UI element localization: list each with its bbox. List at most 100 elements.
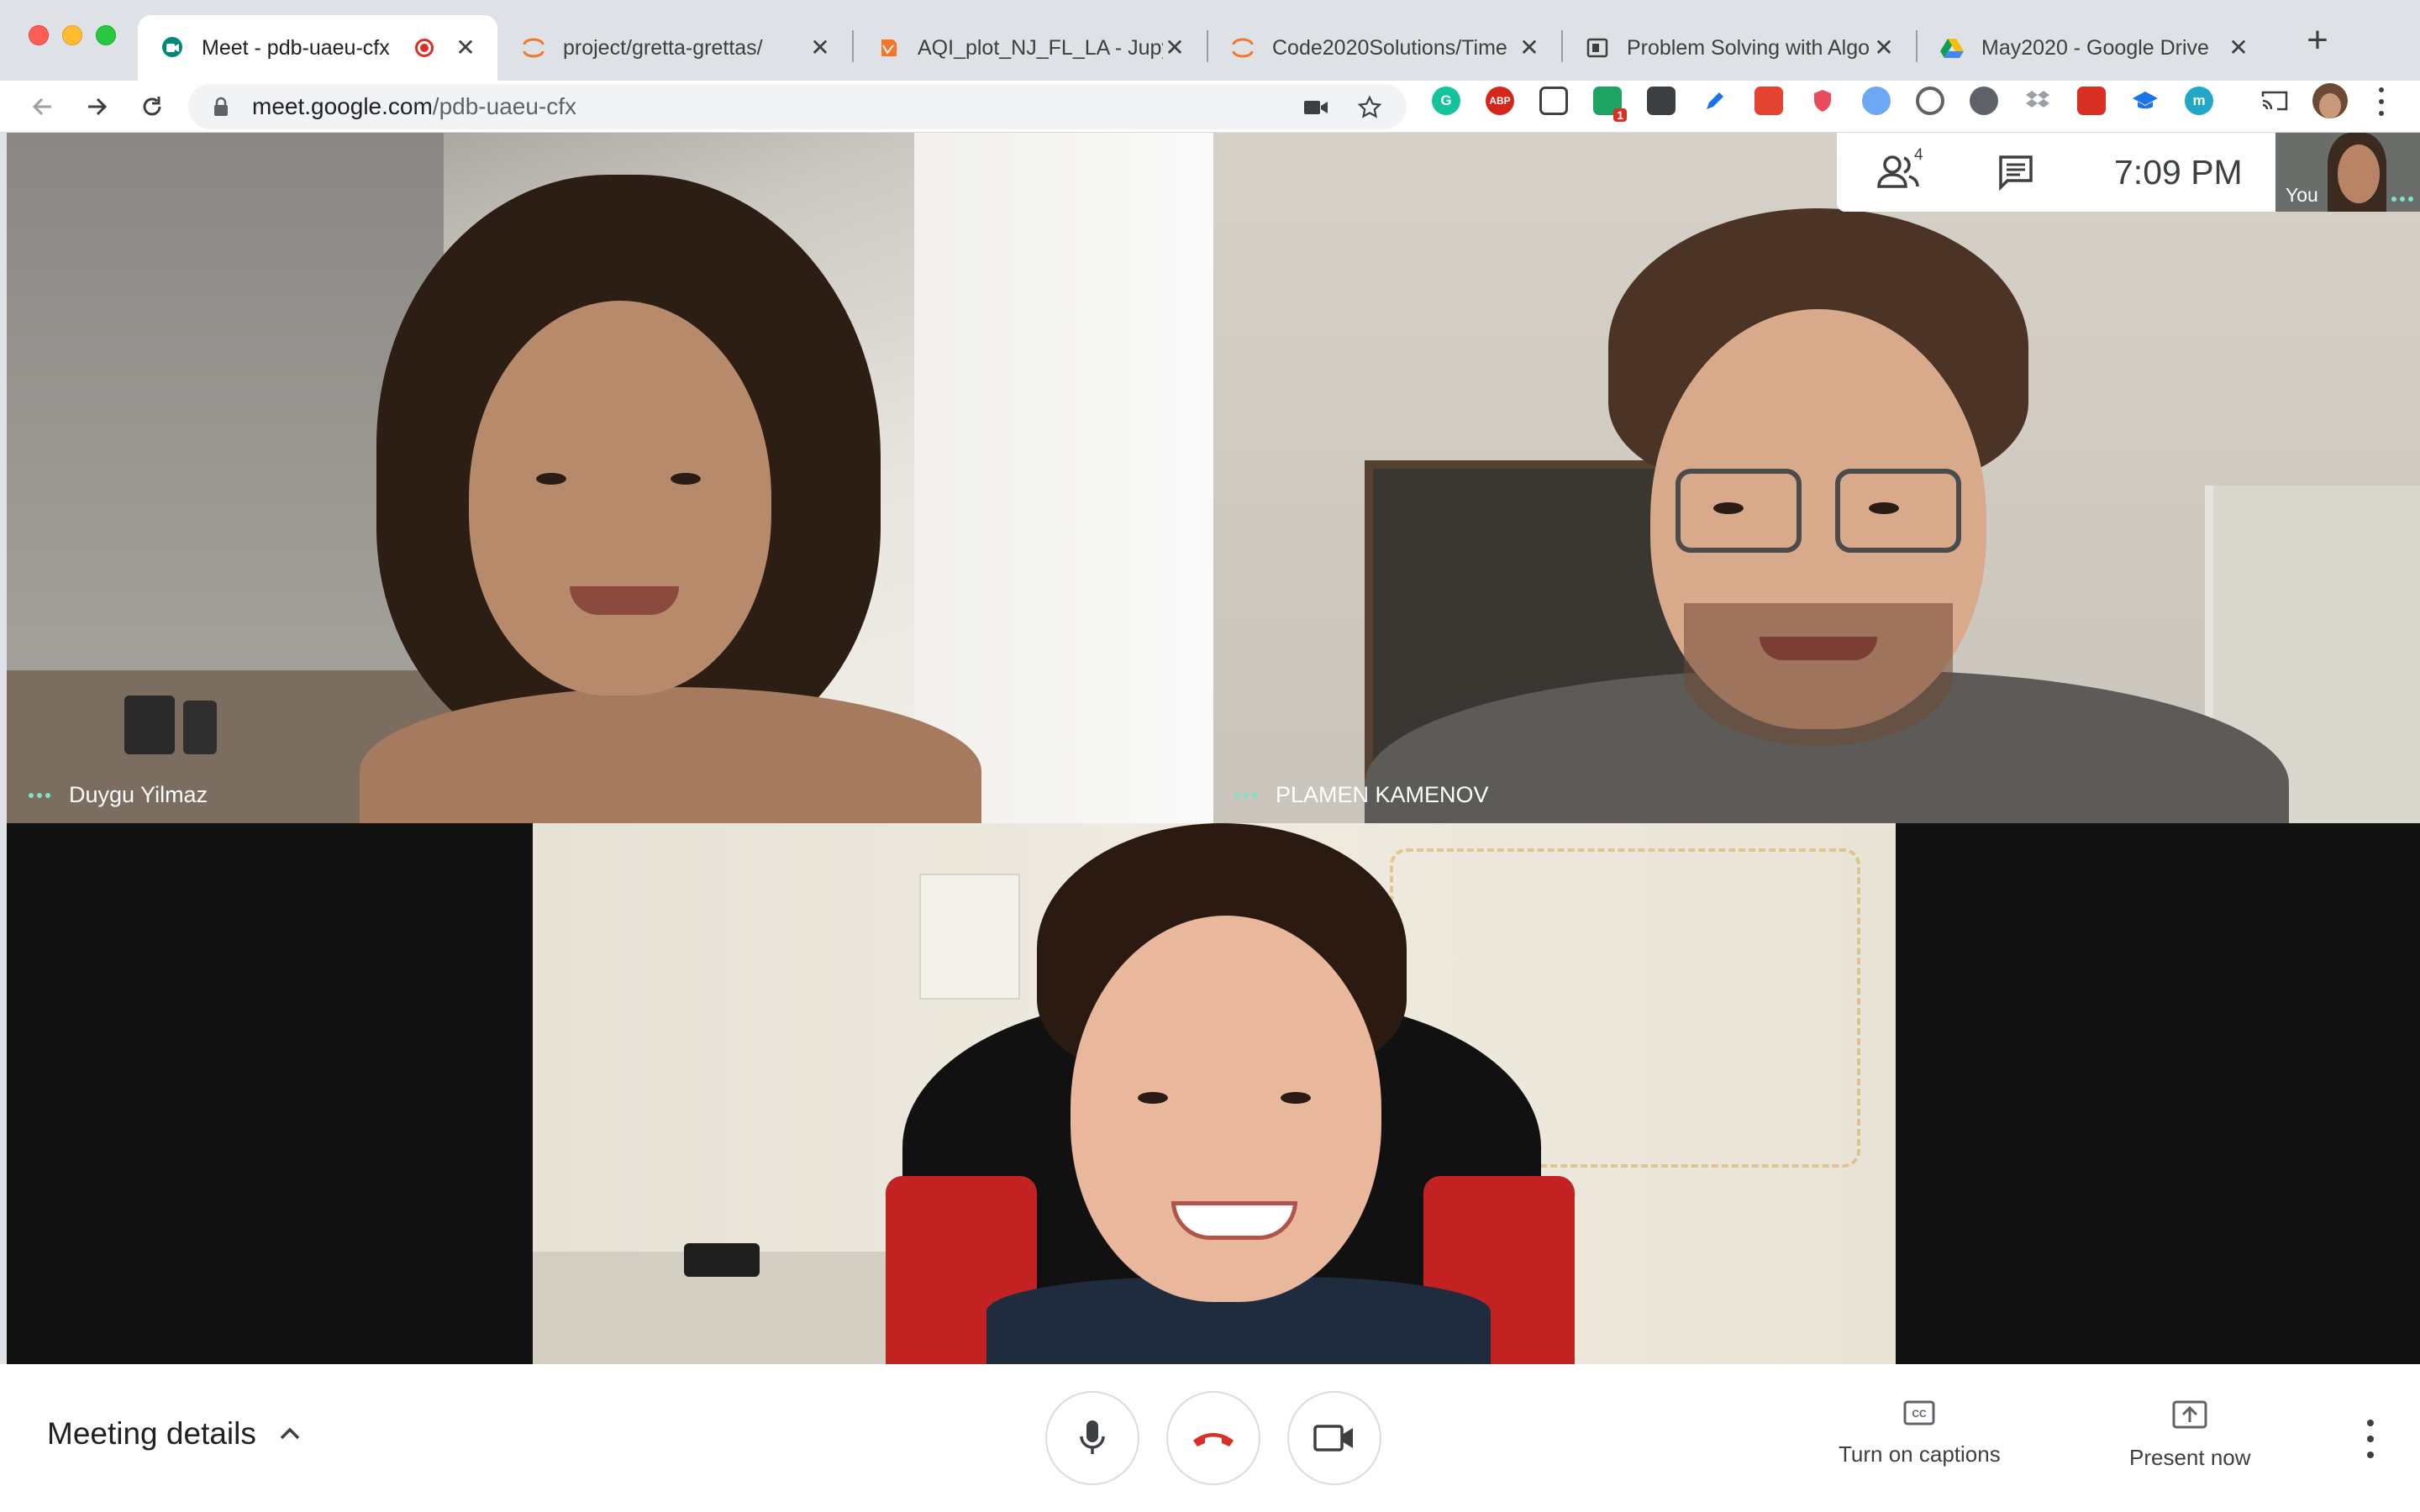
evernote-extension-icon[interactable]: 1: [1593, 87, 1627, 122]
present-screen-icon: [2172, 1400, 2207, 1429]
shield-extension-icon[interactable]: [1808, 87, 1837, 115]
lock-icon: [214, 97, 228, 116]
notebook-icon: [876, 35, 901, 60]
pen-extension-icon[interactable]: [1701, 87, 1729, 115]
cast-icon[interactable]: [2260, 87, 2289, 115]
close-tab-icon[interactable]: ✕: [1872, 36, 1896, 60]
meeting-details-button[interactable]: Meeting details: [47, 1416, 303, 1452]
grammarly-extension-icon[interactable]: G: [1432, 87, 1460, 115]
close-tab-icon[interactable]: ✕: [2227, 36, 2250, 60]
close-tab-icon[interactable]: ✕: [454, 36, 477, 60]
address-bar[interactable]: meet.google.com/pdb-uaeu-cfx: [188, 84, 1407, 129]
video-feed: [533, 823, 1896, 1364]
circle-extension-icon[interactable]: [1970, 87, 1998, 115]
leave-call-button[interactable]: [1166, 1391, 1260, 1485]
profile-avatar[interactable]: [2312, 83, 2348, 118]
todoist-extension-icon[interactable]: [1754, 87, 1783, 115]
close-tab-icon[interactable]: ✕: [1163, 36, 1186, 60]
check-extension-icon[interactable]: [1862, 87, 1891, 115]
recording-indicator-icon: [415, 39, 434, 57]
minimize-window-button[interactable]: [62, 25, 82, 45]
ring-extension-icon[interactable]: [1916, 87, 1944, 115]
meeting-details-label: Meeting details: [47, 1416, 256, 1451]
meeting-stage: Duygu Yilmaz PLAMEN KAMENOV: [7, 133, 2420, 1364]
forward-button[interactable]: [77, 87, 116, 126]
video-feed: [7, 133, 1213, 823]
reload-icon: [143, 97, 161, 116]
url-path: /pdb-uaeu-cfx: [432, 93, 577, 119]
participant-name: PLAMEN KAMENOV: [1276, 782, 1489, 807]
close-window-button[interactable]: [29, 25, 49, 45]
tab-title: Code2020Solutions/Time: [1272, 35, 1507, 60]
participant-name-tag: Duygu Yilmaz: [29, 782, 208, 808]
camera-in-use-icon[interactable]: [1302, 94, 1329, 121]
present-now-label: Present now: [2129, 1445, 2251, 1470]
tab-title: Meet - pdb-uaeu-cfx: [202, 35, 390, 60]
participant-tile-bottom[interactable]: [533, 823, 1896, 1364]
participant-tile-duygu[interactable]: Duygu Yilmaz: [7, 133, 1213, 823]
microphone-button[interactable]: [1045, 1391, 1139, 1485]
book-icon: [1585, 35, 1610, 60]
tab-strip: Meet - pdb-uaeu-cfx ✕ project/gretta-gre…: [0, 0, 2420, 81]
more-options-dots-icon[interactable]: [29, 792, 50, 798]
svg-text:CC: CC: [1912, 1408, 1928, 1420]
forward-arrow-icon: [88, 97, 108, 116]
participant-name: Duygu Yilmaz: [69, 782, 208, 807]
bookmark-star-icon[interactable]: [1356, 94, 1383, 121]
pocket-extension-icon[interactable]: [1539, 87, 1568, 115]
participant-name-tag: PLAMEN KAMENOV: [1235, 782, 1489, 808]
present-now-button[interactable]: Present now: [2129, 1399, 2251, 1471]
url-host: meet.google.com: [252, 93, 433, 119]
zoom-window-button[interactable]: [96, 25, 116, 45]
dropbox-extension-icon[interactable]: [2023, 87, 2052, 115]
participant-tile-plamen[interactable]: PLAMEN KAMENOV: [1213, 133, 2420, 823]
closed-captions-icon: CC: [1903, 1400, 1935, 1425]
meeting-info-panel: 4 7:09 PM: [1837, 133, 2275, 212]
tab-problem-solving[interactable]: Problem Solving with Algo ✕: [1563, 15, 1916, 81]
hang-up-icon: [1193, 1433, 1234, 1446]
m-extension-icon[interactable]: m: [2185, 87, 2213, 115]
tab-code2020[interactable]: Code2020Solutions/Time ✕: [1208, 15, 1561, 81]
tab-aqi[interactable]: AQI_plot_NJ_FL_LA - Jupy ✕: [854, 15, 1207, 81]
back-arrow-icon: [32, 97, 51, 116]
red-book-extension-icon[interactable]: [2077, 87, 2106, 115]
new-tab-button[interactable]: +: [2299, 22, 2336, 60]
extension-badge: 1: [1613, 108, 1627, 122]
jupyter-icon: [1230, 35, 1255, 60]
google-drive-icon: [1939, 35, 1965, 60]
more-options-icon[interactable]: [2358, 1420, 2383, 1458]
microphone-icon: [1080, 1420, 1105, 1454]
google-meet-icon: [160, 35, 185, 60]
participant-count: 4: [1914, 146, 1923, 164]
tab-title: May2020 - Google Drive: [1981, 35, 2209, 60]
jupyter-icon: [521, 35, 546, 60]
back-button[interactable]: [24, 87, 62, 126]
chat-icon[interactable]: [1996, 153, 2035, 192]
tab-title: Problem Solving with Algo: [1627, 35, 1870, 60]
captions-label: Turn on captions: [1839, 1441, 2001, 1467]
video-feed: [1213, 133, 2420, 823]
self-view-label: You: [2286, 184, 2318, 206]
reload-button[interactable]: [133, 87, 171, 126]
adblock-plus-extension-icon[interactable]: ABP: [1486, 87, 1514, 115]
tab-google-drive[interactable]: May2020 - Google Drive ✕: [1918, 15, 2270, 81]
meeting-controls-bar: Meeting details CC Turn on captions Pres…: [0, 1364, 2420, 1512]
captions-button[interactable]: CC Turn on captions: [1839, 1399, 2001, 1467]
lightbulb-extension-icon[interactable]: [1647, 87, 1676, 115]
tab-gretta[interactable]: project/gretta-grettas/ ✕: [499, 15, 852, 81]
browser-menu-icon[interactable]: [2376, 87, 2386, 116]
more-options-dots-icon[interactable]: [1235, 792, 1257, 798]
chevron-up-icon: [280, 1427, 300, 1440]
more-options-dots-icon[interactable]: [2391, 197, 2413, 202]
tab-title: AQI_plot_NJ_FL_LA - Jupy: [918, 35, 1163, 60]
tab-meet[interactable]: Meet - pdb-uaeu-cfx ✕: [138, 15, 497, 81]
browser-toolbar: meet.google.com/pdb-uaeu-cfx: [0, 81, 2420, 133]
camera-button[interactable]: [1287, 1391, 1381, 1485]
meeting-clock: 7:09 PM: [2114, 153, 2243, 192]
close-tab-icon[interactable]: ✕: [808, 36, 832, 60]
tab-title: project/gretta-grettas/: [563, 35, 763, 60]
self-view-thumbnail[interactable]: You: [2275, 133, 2420, 212]
video-camera-icon: [1313, 1425, 1353, 1452]
graduation-cap-extension-icon[interactable]: [2131, 87, 2160, 115]
close-tab-icon[interactable]: ✕: [1518, 36, 1541, 60]
